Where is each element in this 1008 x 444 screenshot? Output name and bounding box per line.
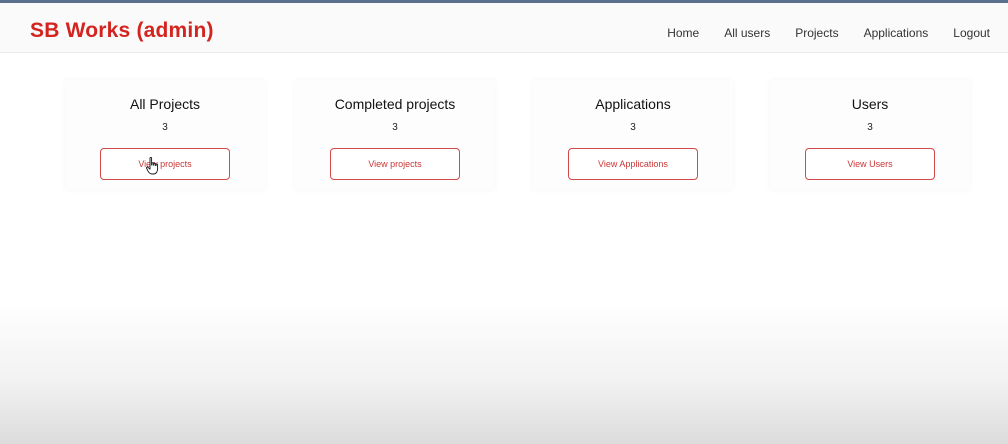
nav-logout[interactable]: Logout [953, 26, 990, 40]
card-count: 3 [867, 122, 873, 133]
brand-title[interactable]: SB Works (admin) [30, 19, 214, 43]
card-title: Applications [595, 96, 671, 112]
card-title: Users [851, 96, 889, 112]
card-completed-projects: Completed projects 3 View projects [295, 80, 495, 190]
card-count: 3 [630, 122, 636, 133]
nav-projects[interactable]: Projects [795, 26, 838, 40]
card-title: All Projects [129, 96, 201, 112]
view-users-button[interactable]: View Users [805, 148, 935, 180]
card-applications: Applications 3 View Applications [533, 80, 733, 190]
screen: SB Works (admin) Home All users Projects… [0, 0, 1008, 444]
card-users: Users 3 View Users [770, 80, 970, 190]
dashboard-cards: All Projects 3 View projects Completed p… [65, 80, 970, 190]
navbar: SB Works (admin) Home All users Projects… [0, 3, 1008, 53]
view-applications-button[interactable]: View Applications [568, 148, 698, 180]
nav-applications[interactable]: Applications [864, 26, 929, 40]
nav-links: Home All users Projects Applications Log… [642, 26, 990, 40]
card-all-projects: All Projects 3 View projects [65, 80, 265, 190]
view-completed-projects-button[interactable]: View projects [330, 148, 460, 180]
card-title: Completed projects [334, 96, 456, 112]
card-count: 3 [162, 122, 168, 133]
card-count: 3 [392, 122, 398, 133]
hand-pointer-icon [146, 157, 159, 175]
view-projects-button[interactable]: View projects [100, 148, 230, 180]
nav-home[interactable]: Home [667, 26, 699, 40]
nav-all-users[interactable]: All users [724, 26, 770, 40]
